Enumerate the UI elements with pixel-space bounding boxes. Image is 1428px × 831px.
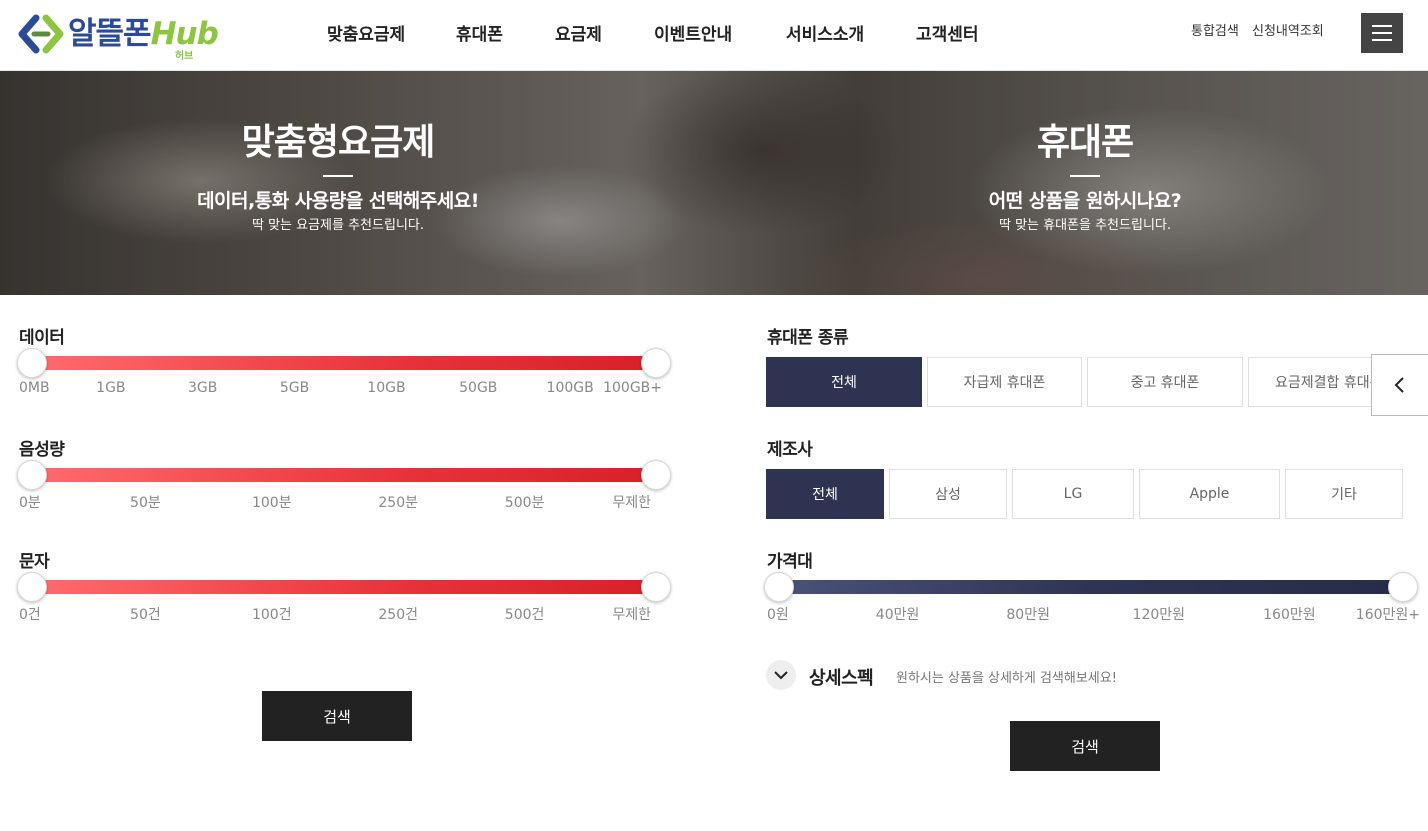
voice-range-max-handle[interactable] [641,460,671,490]
util-history-link[interactable]: 신청내역조회 [1252,20,1324,39]
util-search-link[interactable]: 통합검색 [1191,20,1239,39]
tick-label: 250건 [378,607,418,623]
phone-type-option-all[interactable]: 전체 [766,357,922,407]
data-range-max-handle[interactable] [641,348,671,378]
nav-item-service[interactable]: 서비스소개 [786,20,864,45]
tick-label: 1GB [96,380,126,396]
maker-option-other[interactable]: 기타 [1285,469,1403,519]
tick-label: 0원 [767,607,789,623]
price-range-min-handle[interactable] [764,572,794,602]
detail-spec-title[interactable]: 상세스펙 [809,664,874,690]
detail-spec-toggle[interactable] [766,660,796,690]
nav-item-customer-center[interactable]: 고객센터 [916,20,979,45]
logo-hub-text: Hub [150,15,219,52]
hero-phone-title: 휴대폰 [1036,122,1134,163]
tick-label: 0MB [19,380,50,396]
detail-spec-desc: 원하시는 상품을 상세하게 검색해보세요! [896,671,1117,686]
maker-label: 제조사 [767,440,813,460]
tick-label: 50건 [130,607,161,623]
site-header: 알뜰폰 Hub 허브 맞춤요금제 휴대폰 요금제 이벤트안내 서비스소개 고객센터… [0,0,1428,71]
hero-plan-subtitle: 데이터,통화 사용량을 선택해주세요! [197,190,479,212]
hero-divider [323,175,353,177]
logo-mark-icon [18,14,64,54]
chevron-down-icon [774,671,788,680]
tick-label: 무제한 [612,495,651,511]
carousel-prev-button[interactable] [1371,354,1428,416]
hero-phone-subtitle: 어떤 상품을 원하시나요? [988,190,1182,212]
tick-label: 50GB [459,380,498,396]
price-label: 가격대 [767,552,813,572]
price-range-max-handle[interactable] [1388,572,1418,602]
tick-label: 100GB+ [603,380,662,396]
chevron-left-icon [1394,377,1404,393]
tick-label: 160만원+ [1355,607,1420,623]
tick-label: 500분 [504,495,545,511]
hero-phone-block: 휴대폰 어떤 상품을 원하시나요? 딱 맞는 휴대폰을 추천드립니다. [835,121,1335,235]
sms-range-max-handle[interactable] [641,572,671,602]
data-range-min-handle[interactable] [17,348,47,378]
data-label: 데이터 [19,328,65,348]
logo-hub: Hub 허브 [150,15,219,61]
hero-phone-desc: 딱 맞는 휴대폰을 추천드립니다. [998,218,1171,233]
maker-option-lg[interactable]: LG [1012,469,1134,519]
logo-name: 알뜰폰 [68,15,152,52]
sms-label: 문자 [19,552,50,572]
tick-label: 160만원 [1263,607,1316,623]
voice-label: 음성량 [19,440,65,460]
maker-option-apple[interactable]: Apple [1139,469,1280,519]
phone-type-option-unlocked[interactable]: 자급제 휴대폰 [927,357,1082,407]
nav-item-plan[interactable]: 요금제 [555,20,602,45]
hero-plan-title: 맞춤형요금제 [241,122,436,163]
tick-label: 0건 [19,607,41,623]
nav-item-event[interactable]: 이벤트안내 [654,20,732,45]
hero-plan-desc: 딱 맞는 요금제를 추천드립니다. [251,218,424,233]
hero-plan-block: 맞춤형요금제 데이터,통화 사용량을 선택해주세요! 딱 맞는 요금제를 추천드… [88,121,588,235]
tick-label: 50분 [130,495,161,511]
tick-label: 0분 [19,495,41,511]
phone-type-option-bundle[interactable]: 요금제결합 휴대폰 [1248,357,1378,407]
hamburger-menu-button[interactable] [1361,13,1403,53]
sms-range-track[interactable] [32,580,656,594]
hero-banner: 맞춤형요금제 데이터,통화 사용량을 선택해주세요! 딱 맞는 요금제를 추천드… [0,71,1428,295]
nav-item-custom-plan[interactable]: 맞춤요금제 [327,20,405,45]
tick-label: 5GB [279,380,310,396]
plan-search-button[interactable]: 검색 [262,691,412,741]
hero-divider [1070,175,1100,177]
logo-sub: 허브 [174,50,194,62]
tick-label: 40만원 [875,607,920,623]
phone-search-button[interactable]: 검색 [1010,721,1160,771]
tick-label: 120만원 [1132,607,1186,623]
nav-item-phone[interactable]: 휴대폰 [456,20,503,45]
phone-type-option-used[interactable]: 중고 휴대폰 [1087,357,1243,407]
maker-option-all[interactable]: 전체 [766,469,884,519]
tick-label: 100분 [251,495,292,511]
tick-label: 80만원 [1006,607,1050,623]
tick-label: 3GB [188,380,218,396]
voice-range-min-handle[interactable] [17,460,47,490]
tick-label: 500건 [504,607,545,623]
tick-label: 100건 [251,607,292,623]
phone-type-label: 휴대폰 종류 [767,328,849,348]
tick-label: 250분 [378,495,418,511]
hamburger-icon [1372,25,1392,27]
tick-label: 10GB [367,380,406,396]
sms-range-min-handle[interactable] [17,572,47,602]
price-range-track[interactable] [779,580,1403,594]
data-range-track[interactable] [32,356,656,370]
maker-option-samsung[interactable]: 삼성 [889,469,1007,519]
tick-label: 무제한 [612,607,651,623]
site-logo[interactable]: 알뜰폰 Hub 허브 [18,12,219,61]
tick-label: 100GB [546,380,594,396]
voice-range-track[interactable] [32,468,656,482]
